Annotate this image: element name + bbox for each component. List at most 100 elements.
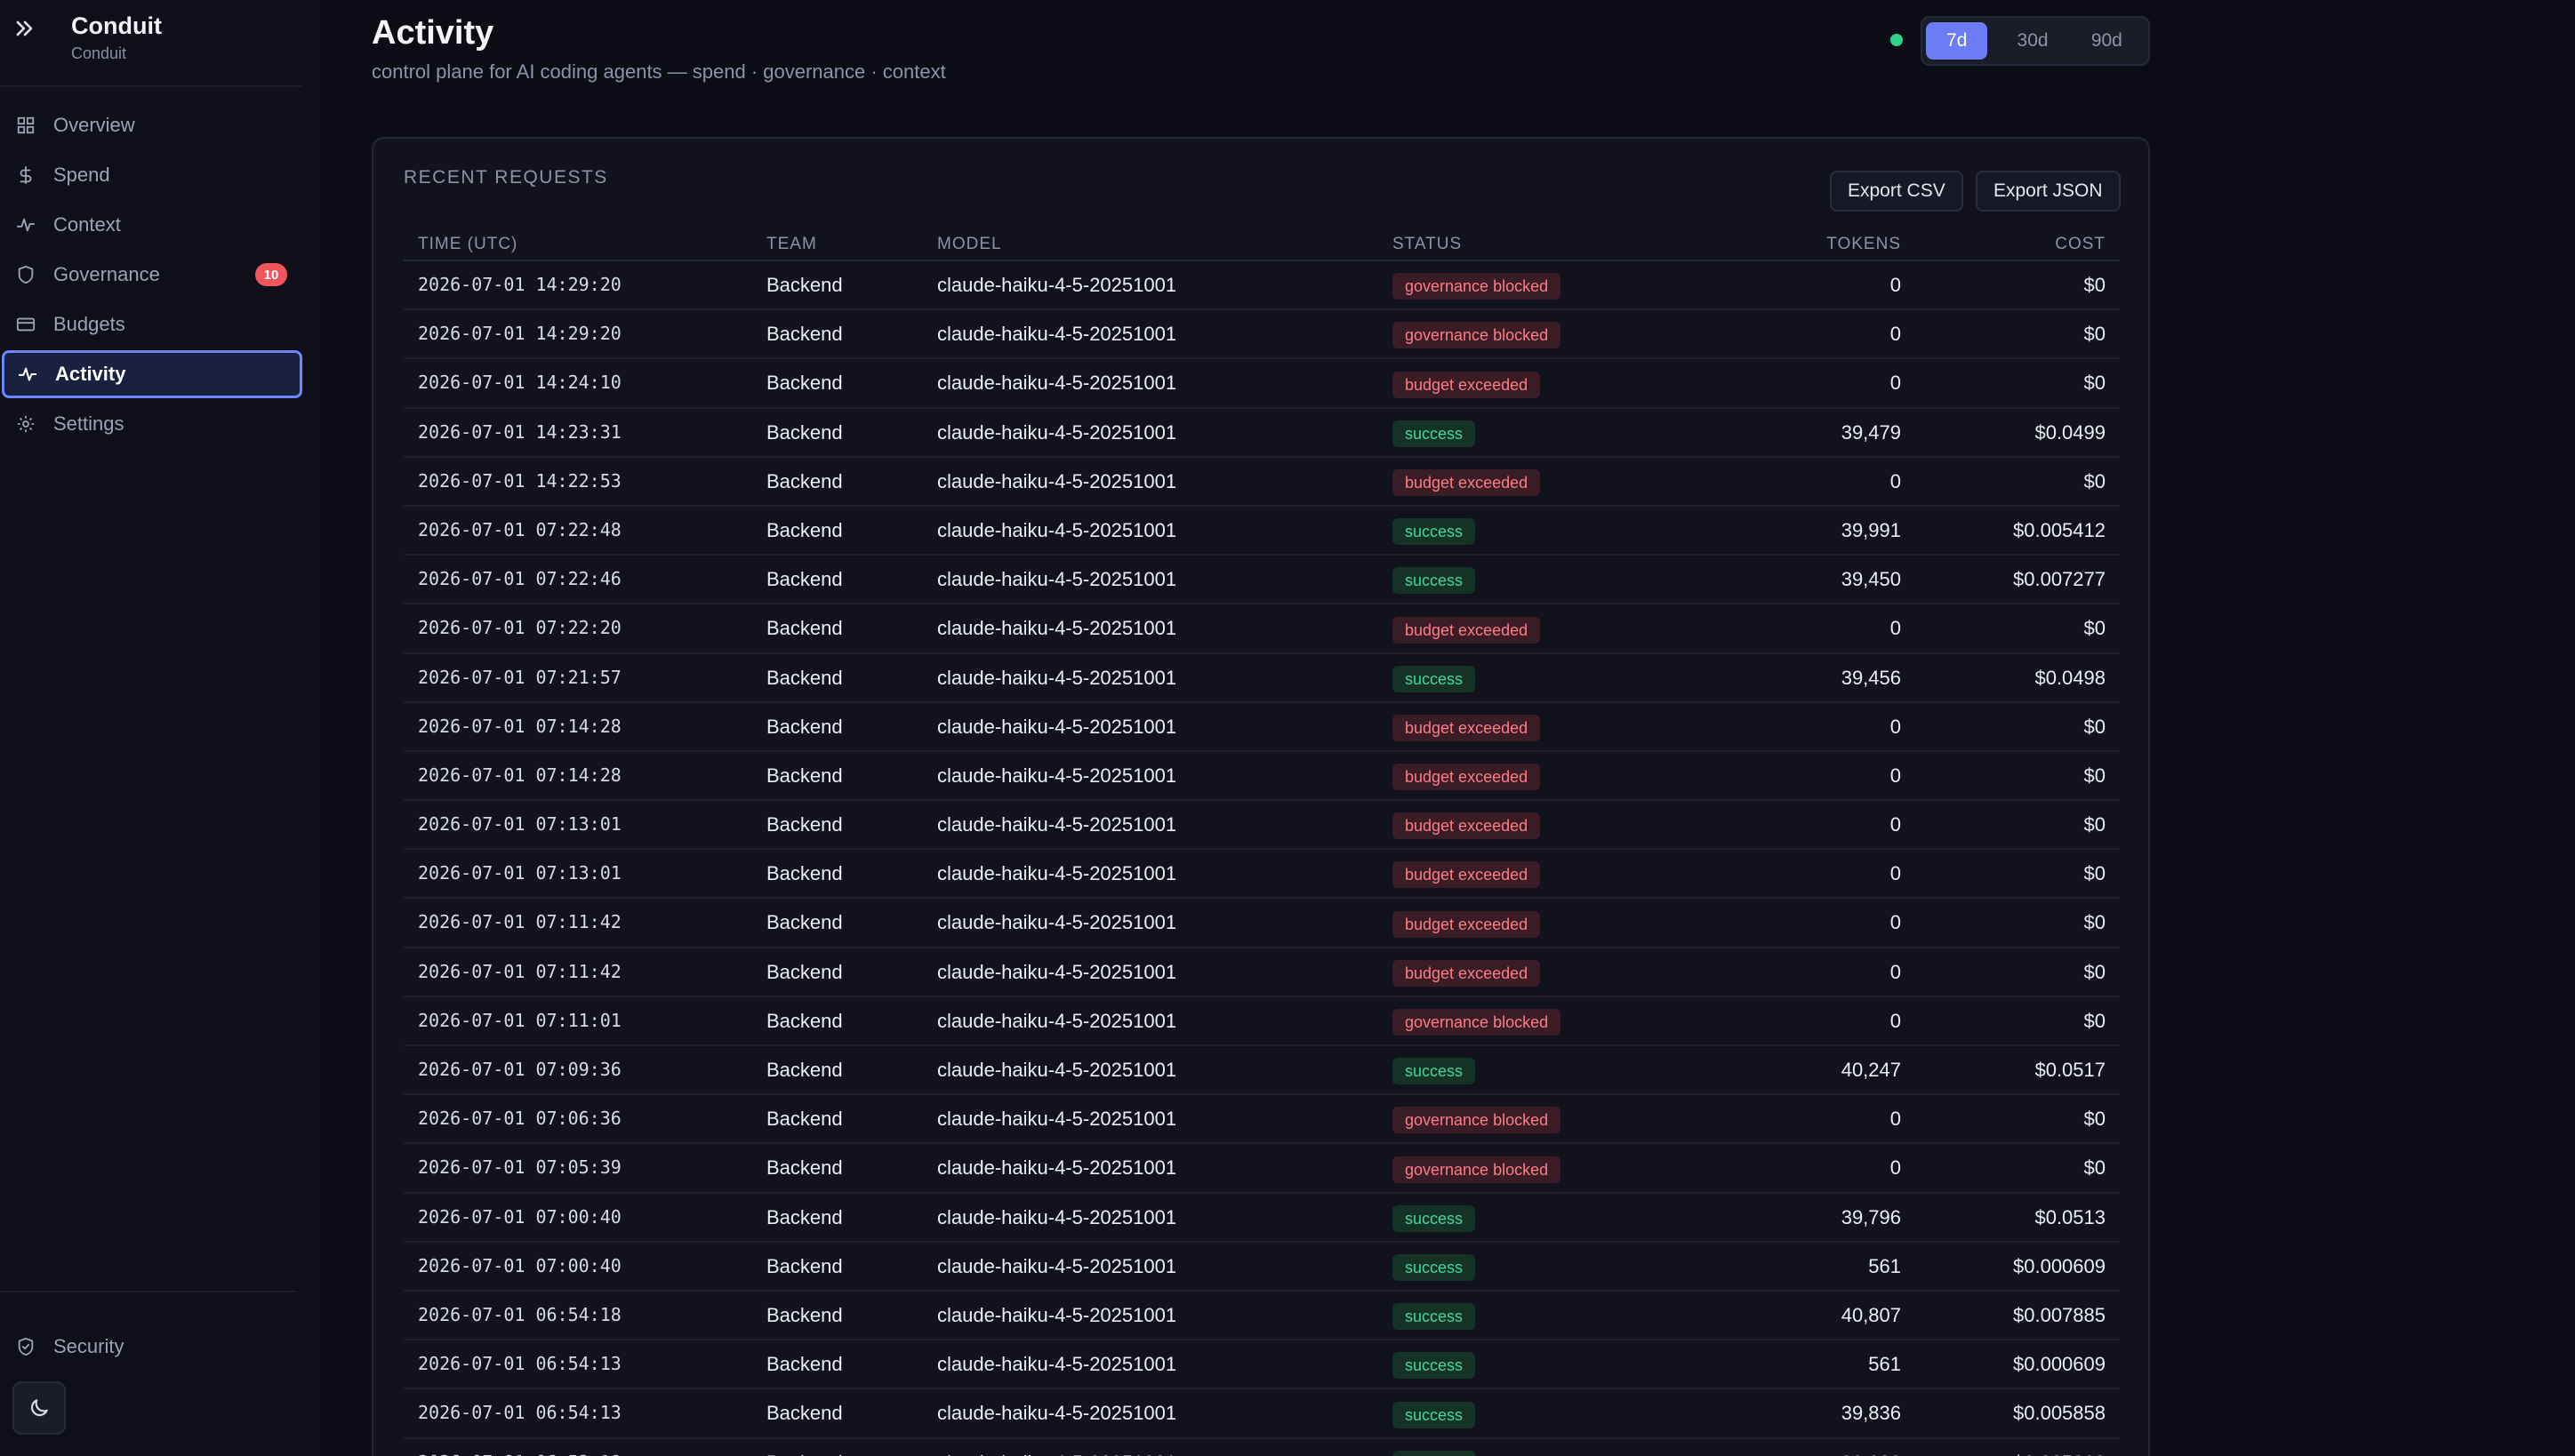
cell-status: governance blocked [1392, 261, 1561, 308]
sidebar-item-context[interactable]: Context [0, 201, 302, 249]
column-header-team[interactable]: TEAM [766, 235, 817, 254]
sidebar-item-label: Governance [53, 263, 160, 285]
cell-model: claude-haiku-4-5-20251001 [937, 1108, 1177, 1131]
cell-cost: $0.005393 [2013, 1439, 2106, 1456]
column-header-tokens[interactable]: TOKENS [1826, 235, 1901, 254]
app-name: Conduit [71, 12, 162, 39]
cell-status: budget exceeded [1392, 899, 1541, 946]
column-header-cost[interactable]: COST [2055, 235, 2106, 254]
table-row[interactable]: 2026-07-01 07:00:40 Backend claude-haiku-4… [404, 1194, 2120, 1243]
table-row[interactable]: 2026-07-01 07:06:36 Backend claude-haiku-4… [404, 1095, 2120, 1145]
status-badge: success [1392, 1352, 1476, 1380]
table-row[interactable]: 2026-07-01 07:22:20 Backend claude-haiku-4… [404, 604, 2120, 654]
cell-tokens: 39,479 [1841, 420, 1901, 444]
cell-status: success [1392, 409, 1476, 456]
cell-cost: $0.0517 [2034, 1059, 2106, 1081]
cell-team: Backend [766, 960, 843, 983]
cell-model: claude-haiku-4-5-20251001 [937, 960, 1177, 983]
table-row[interactable]: 2026-07-01 07:11:42 Backend claude-haiku-4… [404, 948, 2120, 997]
table-row[interactable]: 2026-07-01 14:22:53 Backend claude-haiku-4… [404, 458, 2120, 507]
theme-toggle-button[interactable] [12, 1381, 66, 1435]
column-header-model[interactable]: MODEL [937, 235, 1002, 254]
table-row[interactable]: 2026-07-01 07:11:42 Backend claude-haiku-4… [404, 899, 2120, 948]
cell-model: claude-haiku-4-5-20251001 [937, 764, 1177, 787]
sidebar-item-activity[interactable]: Activity [2, 350, 302, 398]
table-row[interactable]: 2026-07-01 07:13:01 Backend claude-haiku-4… [404, 850, 2120, 900]
cell-time: 2026-07-01 07:13:01 [418, 862, 622, 884]
sidebar-item-overview[interactable]: Overview [0, 101, 302, 149]
sidebar-item-spend[interactable]: Spend [0, 151, 302, 199]
cell-cost: $0 [2083, 1108, 2106, 1131]
table-row[interactable]: 2026-07-01 14:24:10 Backend claude-haiku-4… [404, 359, 2120, 409]
sidebar-item-label: Budgets [53, 313, 125, 335]
table-row[interactable]: 2026-07-01 14:29:20 Backend claude-haiku-4… [404, 310, 2120, 360]
cell-time: 2026-07-01 07:22:20 [418, 617, 622, 639]
double-chevron-right-icon[interactable] [12, 16, 37, 41]
column-header-time[interactable]: TIME (UTC) [418, 235, 517, 254]
range-30d-button[interactable]: 30d [1996, 22, 2068, 60]
table-row[interactable]: 2026-07-01 14:23:31 Backend claude-haiku-4… [404, 409, 2120, 458]
cell-cost: $0 [2083, 862, 2106, 885]
table-row[interactable]: 2026-07-01 06:54:18 Backend claude-haiku-4… [404, 1292, 2120, 1341]
cell-model: claude-haiku-4-5-20251001 [937, 715, 1177, 738]
table-row[interactable]: 2026-07-01 07:14:28 Backend claude-haiku-4… [404, 752, 2120, 802]
range-7d-button[interactable]: 7d [1926, 22, 1988, 60]
cell-status: success [1392, 654, 1476, 701]
cell-time: 2026-07-01 14:29:20 [418, 323, 622, 345]
table-row[interactable]: 2026-07-01 06:54:13 Backend claude-haiku-4… [404, 1340, 2120, 1390]
status-badge: budget exceeded [1392, 959, 1541, 987]
status-badge: governance blocked [1392, 322, 1561, 349]
range-90d-button[interactable]: 90d [2071, 22, 2143, 60]
cell-cost: $0.0499 [2034, 420, 2106, 444]
status-badge: success [1392, 420, 1476, 447]
cell-team: Backend [766, 617, 843, 640]
table-row[interactable]: 2026-07-01 07:14:28 Backend claude-haiku-4… [404, 703, 2120, 752]
cell-model: claude-haiku-4-5-20251001 [937, 1059, 1177, 1081]
cell-cost: $0 [2083, 323, 2106, 346]
cell-cost: $0 [2083, 469, 2106, 492]
table-row[interactable]: 2026-07-01 07:22:48 Backend claude-haiku-4… [404, 507, 2120, 556]
column-header-status[interactable]: STATUS [1392, 235, 1462, 254]
table-row[interactable]: 2026-07-01 07:22:46 Backend claude-haiku-4… [404, 556, 2120, 605]
cell-time: 2026-07-01 06:54:13 [418, 1353, 622, 1375]
export-csv-button[interactable]: Export CSV [1830, 171, 1963, 212]
cell-model: claude-haiku-4-5-20251001 [937, 1402, 1177, 1425]
cell-cost: $0 [2083, 1009, 2106, 1032]
table-row[interactable]: 2026-07-01 06:53:10 Backend claude-haiku-4… [404, 1439, 2120, 1456]
sidebar-item-budgets[interactable]: Budgets [0, 300, 302, 348]
table-row[interactable]: 2026-07-01 07:09:36 Backend claude-haiku-4… [404, 1046, 2120, 1096]
cell-time: 2026-07-01 07:14:28 [418, 764, 622, 786]
export-json-button[interactable]: Export JSON [1976, 171, 2121, 212]
cell-model: claude-haiku-4-5-20251001 [937, 274, 1177, 296]
cell-team: Backend [766, 1402, 843, 1425]
cell-model: claude-haiku-4-5-20251001 [937, 862, 1177, 885]
sidebar-item-governance[interactable]: Governance 10 [0, 251, 302, 299]
status-badge: success [1392, 1204, 1476, 1232]
table-row[interactable]: 2026-07-01 07:13:01 Backend claude-haiku-4… [404, 801, 2120, 851]
cell-cost: $0.000609 [2013, 1254, 2106, 1277]
sidebar-item-label: Settings [53, 412, 124, 435]
sidebar-item-security[interactable]: Security [0, 1323, 302, 1371]
table-row[interactable]: 2026-07-01 14:29:20 Backend claude-haiku-4… [404, 261, 2120, 311]
cell-status: success [1392, 556, 1476, 603]
cell-cost: $0 [2083, 715, 2106, 738]
cell-cost: $0 [2083, 1156, 2106, 1180]
cell-tokens: 0 [1889, 372, 1901, 395]
card-title: RECENT REQUESTS [404, 167, 608, 188]
cell-status: budget exceeded [1392, 458, 1541, 505]
table-row[interactable]: 2026-07-01 07:00:40 Backend claude-haiku-4… [404, 1243, 2120, 1292]
cell-cost: $0 [2083, 911, 2106, 934]
table-row[interactable]: 2026-07-01 07:11:01 Backend claude-haiku-4… [404, 997, 2120, 1046]
cell-team: Backend [766, 715, 843, 738]
brand-header: Conduit Conduit [0, 0, 302, 87]
table-row[interactable]: 2026-07-01 07:21:57 Backend claude-haiku-4… [404, 654, 2120, 703]
cell-time: 2026-07-01 07:00:40 [418, 1205, 622, 1228]
table-row[interactable]: 2026-07-01 07:05:39 Backend claude-haiku-4… [404, 1144, 2120, 1194]
cell-cost: $0.007277 [2013, 568, 2106, 591]
table-row[interactable]: 2026-07-01 06:54:13 Backend claude-haiku-4… [404, 1389, 2120, 1439]
status-badge: budget exceeded [1392, 714, 1541, 741]
sidebar-nav: Overview Spend Context Governance 10 Bud… [0, 101, 302, 450]
sidebar-item-settings[interactable]: Settings [0, 400, 302, 448]
cell-model: claude-haiku-4-5-20251001 [937, 568, 1177, 591]
cell-tokens: 0 [1889, 764, 1901, 787]
